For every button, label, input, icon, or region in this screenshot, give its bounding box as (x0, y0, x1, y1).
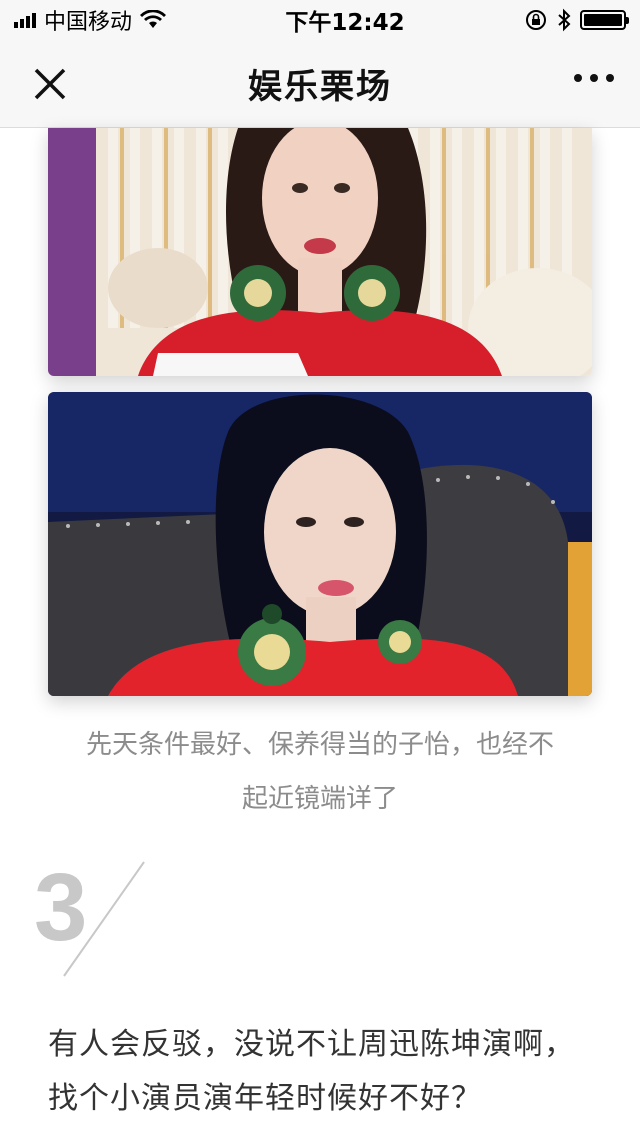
article-photo-2 (48, 392, 592, 696)
close-icon[interactable] (30, 64, 70, 104)
rotation-lock-icon (525, 10, 546, 30)
carrier-label: 中国移动 (44, 10, 133, 35)
nav-bar: 娱乐栗场 (0, 40, 640, 128)
page-title: 娱乐栗场 (248, 67, 392, 107)
battery-icon (579, 10, 629, 30)
photo-2-image (48, 392, 592, 696)
photo-1-image (48, 128, 592, 376)
photo-caption: 先天条件最好、保养得当的子怡，也经不 起近镜端详了 (40, 718, 600, 826)
status-left: 中国移动 (14, 4, 167, 36)
wifi-icon (140, 10, 167, 28)
article-paragraph: 有人会反驳，没说不让周迅陈坤演啊， 找个小演员演年轻时候好不好？ (48, 1018, 608, 1126)
caption-line-1: 先天条件最好、保养得当的子怡，也经不 (85, 730, 554, 760)
signal-icon (14, 12, 36, 28)
paragraph-line-1: 有人会反驳，没说不让周迅陈坤演啊， (48, 1027, 575, 1062)
section-slash-icon (63, 861, 145, 977)
status-right (524, 8, 629, 32)
status-time: 下午12:42 (285, 10, 405, 36)
article-photo-1 (48, 128, 592, 376)
more-dots-icon[interactable] (574, 74, 614, 82)
caption-line-2: 起近镜端详了 (241, 784, 398, 814)
section-number: 3 (30, 860, 160, 980)
status-bar: 中国移动 下午12:42 (0, 0, 640, 40)
paragraph-line-2: 找个小演员演年轻时候好不好？ (48, 1081, 482, 1116)
bluetooth-icon (558, 8, 571, 32)
